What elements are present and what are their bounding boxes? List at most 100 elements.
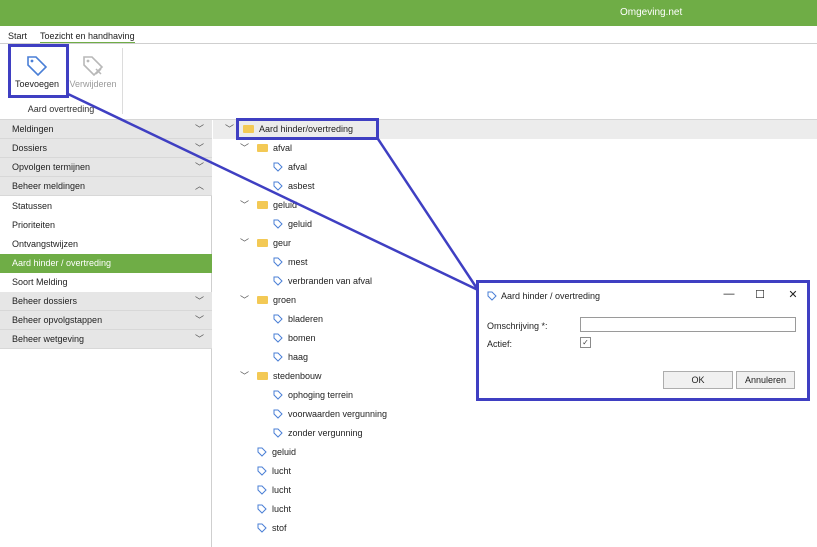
tag-icon <box>273 181 283 191</box>
tree-node-leaf[interactable]: zonder vergunning <box>273 424 363 442</box>
tree-root-highlight <box>236 118 379 140</box>
folder-icon <box>257 144 268 152</box>
edit-dialog: Aard hinder / overtreding — ☐ ✕ Omschrij… <box>476 280 810 401</box>
tag-delete-icon <box>83 56 104 76</box>
tag-icon <box>273 257 283 267</box>
tree-node-leaf[interactable]: voorwaarden vergunning <box>273 405 387 423</box>
sidebar: Meldingen ﹀ Dossiers ﹀ Opvolgen termijne… <box>0 120 212 547</box>
sidebar-item-aard-hinder-overtreding[interactable]: Aard hinder / overtreding <box>0 254 212 273</box>
tree-node-leaf[interactable]: asbest <box>273 177 315 195</box>
sidebar-item-meldingen[interactable]: Meldingen ﹀ <box>0 120 212 139</box>
ribbon: Toevoegen Verwijderen Aard overtreding <box>0 44 817 120</box>
tag-icon <box>273 314 283 324</box>
maximize-button[interactable]: ☐ <box>752 288 768 301</box>
tag-icon <box>257 466 267 476</box>
sidebar-item-opvolgen-termijnen[interactable]: Opvolgen termijnen ﹀ <box>0 158 212 177</box>
sidebar-item-label: Meldingen <box>12 124 54 134</box>
sidebar-item-label: Opvolgen termijnen <box>12 162 91 172</box>
folder-icon <box>257 201 268 209</box>
sidebar-item-beheer-dossiers[interactable]: Beheer dossiers ﹀ <box>0 292 212 311</box>
title-bar: Omgeving.net <box>0 0 817 26</box>
minimize-button[interactable]: — <box>721 288 737 300</box>
tree-node-folder[interactable]: groen <box>257 291 296 309</box>
active-checkbox[interactable]: ✓ <box>580 337 591 348</box>
tag-icon <box>273 333 283 343</box>
cancel-button[interactable]: Annuleren <box>736 371 795 389</box>
chevron-down-icon[interactable]: ﹀ <box>240 367 249 385</box>
active-label: Actief: <box>487 339 513 349</box>
chevron-down-icon: ﹀ <box>194 143 204 153</box>
sidebar-item-prioriteiten[interactable]: Prioriteiten <box>0 216 212 235</box>
app-title: Omgeving.net <box>620 7 683 18</box>
ok-button[interactable]: OK <box>663 371 733 389</box>
sidebar-item-beheer-wetgeving[interactable]: Beheer wetgeving ﹀ <box>0 330 212 349</box>
description-label: Omschrijving *: <box>487 321 548 331</box>
menu-start[interactable]: Start <box>8 31 27 41</box>
menu-toezicht-en-handhaving[interactable]: Toezicht en handhaving <box>40 31 135 43</box>
tag-icon <box>487 291 497 301</box>
chevron-down-icon: ﹀ <box>194 124 204 134</box>
folder-icon <box>257 372 268 380</box>
sidebar-item-dossiers[interactable]: Dossiers ﹀ <box>0 139 212 158</box>
tree-node-leaf[interactable]: haag <box>273 348 308 366</box>
sidebar-item-label: Beheer meldingen <box>12 181 86 191</box>
folder-icon <box>257 239 268 247</box>
tree-node-leaf[interactable]: bomen <box>273 329 316 347</box>
sidebar-item-statussen[interactable]: Statussen <box>0 197 212 216</box>
tree-node-leaf[interactable]: lucht <box>257 481 291 499</box>
tree-node-leaf[interactable]: geluid <box>273 215 312 233</box>
tree-node-leaf[interactable]: bladeren <box>273 310 323 328</box>
close-button[interactable]: ✕ <box>785 288 801 301</box>
tree-node-leaf[interactable]: lucht <box>257 462 291 480</box>
chevron-up-icon: ︿ <box>194 181 204 191</box>
delete-button-label: Verwijderen <box>69 79 117 89</box>
sidebar-item-beheer-meldingen[interactable]: Beheer meldingen ︿ <box>0 177 212 196</box>
tree-node-folder[interactable]: geur <box>257 234 291 252</box>
tree-node-leaf[interactable]: lucht <box>257 500 291 518</box>
dialog-title: Aard hinder / overtreding <box>501 291 601 301</box>
chevron-down-icon: ﹀ <box>194 162 204 172</box>
sidebar-item-ontvangstwijzen[interactable]: Ontvangstwijzen <box>0 235 212 254</box>
tree-node-leaf[interactable]: afval <box>273 158 307 176</box>
tag-icon <box>257 523 267 533</box>
tree-node-folder[interactable]: stedenbouw <box>257 367 322 385</box>
ribbon-group-label: Aard overtreding <box>27 104 95 114</box>
folder-icon <box>257 296 268 304</box>
description-input[interactable] <box>580 317 796 332</box>
tree-node-folder[interactable]: afval <box>257 139 292 157</box>
sidebar-item-beheer-opvolgstappen[interactable]: Beheer opvolgstappen ﹀ <box>0 311 212 330</box>
tree-node-leaf[interactable]: stof <box>257 519 287 537</box>
tag-icon <box>273 162 283 172</box>
chevron-down-icon: ﹀ <box>194 334 204 344</box>
tag-icon <box>257 447 267 457</box>
tree-node-leaf[interactable]: verbranden van afval <box>273 272 372 290</box>
tree-node-folder[interactable]: geluid <box>257 196 297 214</box>
sidebar-item-soort-melding[interactable]: Soort Melding <box>0 273 212 292</box>
tag-icon <box>273 352 283 362</box>
sidebar-item-label: Dossiers <box>12 143 48 153</box>
tag-icon <box>273 428 283 438</box>
menu-bar: Start Toezicht en handhaving <box>0 26 817 44</box>
chevron-down-icon[interactable]: ﹀ <box>240 139 249 157</box>
chevron-down-icon: ﹀ <box>194 315 204 325</box>
tree-node-leaf[interactable]: mest <box>273 253 308 271</box>
tag-icon <box>273 219 283 229</box>
chevron-down-icon[interactable]: ﹀ <box>240 291 249 309</box>
add-button-highlight <box>8 44 69 98</box>
tree-node-leaf[interactable]: ophoging terrein <box>273 386 353 404</box>
tag-icon <box>273 276 283 286</box>
chevron-down-icon: ﹀ <box>194 296 204 306</box>
sidebar-item-label: Beheer dossiers <box>12 296 78 306</box>
chevron-down-icon[interactable]: ﹀ <box>225 120 234 138</box>
chevron-down-icon[interactable]: ﹀ <box>240 234 249 252</box>
chevron-down-icon[interactable]: ﹀ <box>240 196 249 214</box>
tag-icon <box>273 409 283 419</box>
tag-icon <box>273 390 283 400</box>
tree-node-leaf[interactable]: geluid <box>257 443 296 461</box>
sidebar-item-label: Beheer wetgeving <box>12 334 85 344</box>
tag-icon <box>257 485 267 495</box>
ribbon-group-separator <box>122 48 123 114</box>
sidebar-item-label: Beheer opvolgstappen <box>12 315 103 325</box>
dialog-title-bar: Aard hinder / overtreding <box>487 291 600 301</box>
delete-button[interactable]: Verwijderen <box>66 48 120 98</box>
